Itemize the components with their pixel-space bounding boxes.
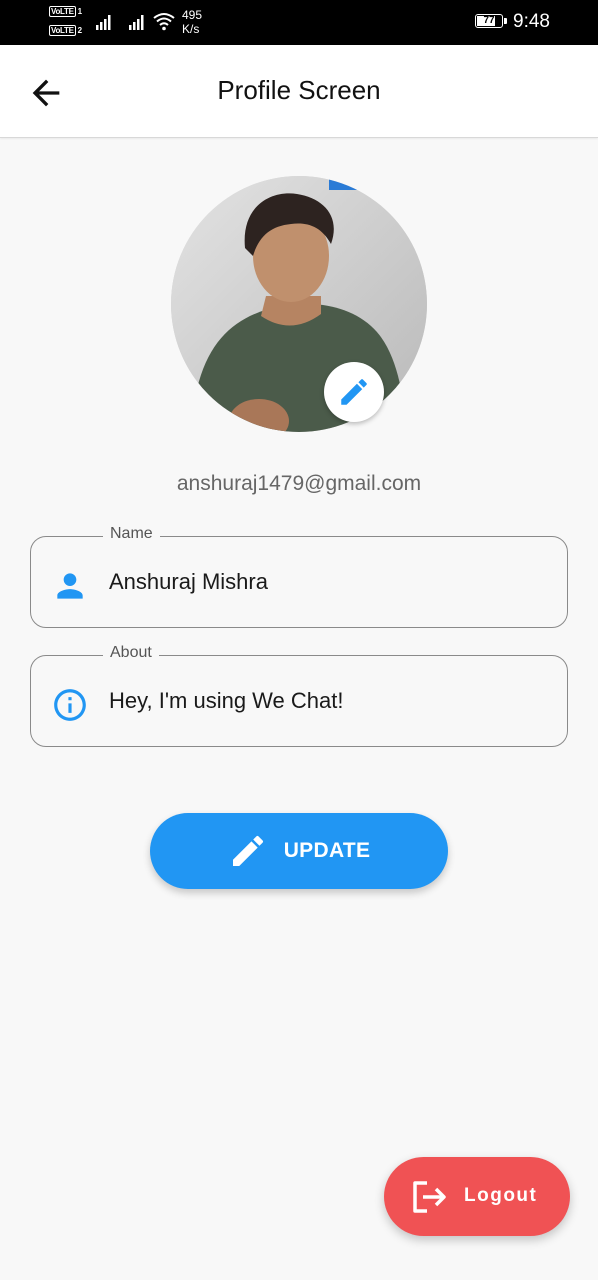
network-speed: 495 K/s (182, 8, 202, 36)
network-speed-value: 495 (182, 8, 203, 22)
edit-avatar-button[interactable] (324, 362, 384, 422)
avatar (171, 176, 427, 432)
volte-label-1: VoLTE (49, 6, 76, 17)
pencil-icon (232, 835, 263, 866)
status-bar: VoLTE 1 VoLTE 2 495 K/s 77 9:48 (0, 0, 598, 45)
about-field-label: About (103, 644, 159, 662)
volte-label-2: VoLTE (49, 25, 76, 36)
about-field[interactable]: About (30, 644, 568, 747)
app-bar: Profile Screen (0, 45, 598, 138)
sim-number-2: 2 (77, 26, 82, 35)
about-input[interactable] (109, 685, 529, 717)
network-speed-unit: K/s (182, 22, 200, 36)
signal-icon (96, 15, 111, 30)
logout-icon (413, 1181, 446, 1213)
volte-indicator-2: VoLTE 2 (49, 25, 82, 36)
update-button-label: UPDATE (283, 839, 371, 862)
person-icon (57, 573, 83, 599)
wifi-icon (153, 13, 175, 31)
battery-level: 77 (483, 15, 495, 26)
update-button[interactable]: UPDATE (150, 813, 448, 889)
name-input[interactable] (109, 566, 529, 598)
page-title: Profile Screen (217, 75, 381, 105)
name-field-label: Name (103, 525, 160, 543)
profile-photo-icon (171, 176, 427, 432)
user-email: anshuraj1479@gmail.com (176, 472, 422, 495)
clock: 9:48 (513, 11, 550, 32)
battery-cap (504, 18, 507, 24)
sim-number-1: 1 (77, 7, 82, 16)
signal-icon (129, 15, 144, 30)
pencil-icon (341, 379, 367, 405)
logout-button-label: Logout (464, 1185, 538, 1206)
name-field[interactable]: Name (30, 525, 568, 628)
volte-indicator-1: VoLTE 1 (49, 6, 82, 17)
logout-button[interactable]: Logout (384, 1157, 570, 1236)
info-outline-icon (54, 689, 86, 721)
